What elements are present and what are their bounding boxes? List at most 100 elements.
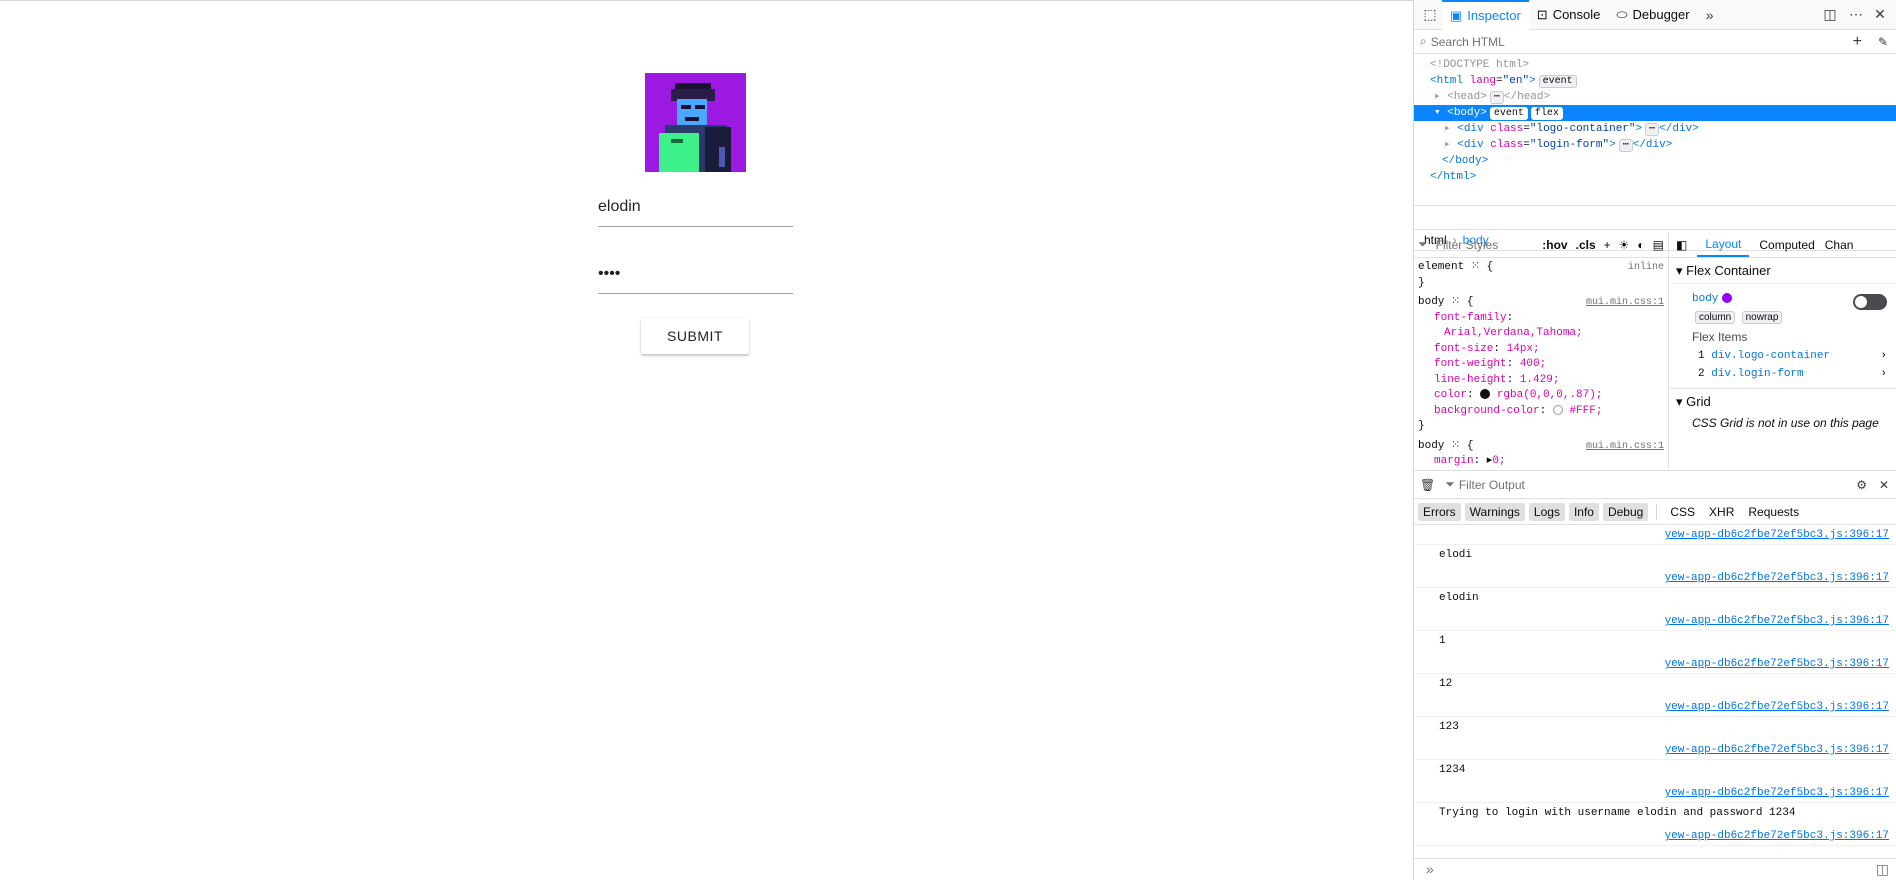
message-source-link[interactable]: yew-app-db6c2fbe72ef5bc3.js:396:17	[1665, 658, 1889, 670]
username-input[interactable]: elodin	[598, 195, 793, 227]
message-source-link[interactable]: yew-app-db6c2fbe72ef5bc3.js:396:17	[1665, 572, 1889, 584]
light-theme-icon[interactable]: ☀	[1619, 238, 1630, 252]
add-node-icon[interactable]: +	[1853, 33, 1862, 51]
markup-head[interactable]: ▸ <head> ⋯ </head>	[1414, 89, 1896, 105]
hov-toggle[interactable]: :hov	[1542, 238, 1567, 252]
message-source-link[interactable]: yew-app-db6c2fbe72ef5bc3.js:396:17	[1665, 615, 1889, 627]
rule-prop[interactable]: background-color: #FFF;	[1414, 404, 1668, 420]
login-ellipsis[interactable]: ⋯	[1618, 139, 1633, 152]
settings-gear-icon[interactable]: ⚙	[1856, 478, 1867, 492]
logo-ellipsis[interactable]: ⋯	[1645, 123, 1660, 136]
flex-color-dot-icon[interactable]	[1721, 292, 1732, 303]
tab-console-label: Console	[1552, 7, 1601, 22]
rule-prop-value[interactable]: Arial,Verdana,Tahoma;	[1414, 326, 1668, 342]
rule-prop[interactable]: color: rgba(0,0,0,.87);	[1414, 388, 1668, 404]
flex-item[interactable]: 2 div.login-form ›	[1670, 362, 1896, 380]
tab-layout[interactable]: Layout	[1697, 233, 1750, 257]
dark-theme-icon[interactable]: ◐	[1637, 238, 1644, 252]
filter-xhr[interactable]: XHR	[1704, 503, 1739, 521]
filter-requests[interactable]: Requests	[1743, 503, 1804, 521]
body-selector-2: body	[1418, 439, 1445, 452]
markup-doctype[interactable]: <!DOCTYPE html>	[1414, 57, 1896, 73]
flex-container-header[interactable]: ▾ Flex Container	[1670, 258, 1896, 284]
password-input[interactable]: ••••	[598, 262, 793, 294]
flex-container-info: body column nowrap	[1670, 284, 1896, 324]
body-source-link[interactable]: mui.min.css:1	[1586, 295, 1664, 311]
message-source-link[interactable]: yew-app-db6c2fbe72ef5bc3.js:396:17	[1665, 744, 1889, 756]
body-event-badge[interactable]: event	[1489, 107, 1528, 120]
logo-attr: class	[1490, 123, 1524, 135]
body-source-link-2[interactable]: mui.min.css:1	[1586, 439, 1664, 455]
add-rule-icon[interactable]: +	[1604, 238, 1611, 252]
message-source-link[interactable]: yew-app-db6c2fbe72ef5bc3.js:396:17	[1665, 787, 1889, 799]
filter-debug[interactable]: Debug	[1602, 502, 1649, 521]
tab-inspector[interactable]: ▣ Inspector	[1442, 0, 1529, 30]
markup-html-close[interactable]: </html>	[1414, 169, 1896, 185]
prop-name: line-height	[1434, 373, 1507, 386]
filter-css[interactable]: CSS	[1665, 503, 1700, 521]
event-badge[interactable]: event	[1538, 75, 1577, 88]
element-selector: element	[1418, 261, 1465, 273]
flex-element-name[interactable]: body	[1692, 293, 1718, 305]
rule-prop[interactable]: margin: ▸0;	[1414, 454, 1668, 470]
close-split-console-icon[interactable]: ✕	[1879, 478, 1889, 492]
tab-changes[interactable]: Chan	[1825, 238, 1854, 252]
filter-info[interactable]: Info	[1568, 502, 1599, 521]
close-icon[interactable]: ✕	[1868, 6, 1892, 23]
more-tabs-icon[interactable]: »	[1698, 7, 1722, 23]
flex-highlight-toggle[interactable]	[1853, 294, 1887, 310]
head-tag: <head>	[1447, 91, 1487, 103]
filter-logs[interactable]: Logs	[1528, 502, 1565, 521]
trash-icon[interactable]: 🗑	[1420, 478, 1435, 492]
cls-toggle[interactable]: .cls	[1576, 238, 1596, 252]
filter-errors[interactable]: Errors	[1418, 502, 1461, 521]
element-picker-icon[interactable]: ⬚	[1418, 6, 1442, 23]
submit-button[interactable]: SUBMIT	[641, 318, 749, 354]
login-div-tag: <div	[1457, 139, 1484, 151]
message-source-link[interactable]: yew-app-db6c2fbe72ef5bc3.js:396:17	[1665, 529, 1889, 541]
body-flex-badge[interactable]: flex	[1530, 107, 1563, 120]
console-filters: Errors Warnings Logs Info Debug CSS XHR …	[1414, 499, 1896, 525]
filter-output-input[interactable]: Filter Output	[1459, 478, 1525, 492]
markup-logo-container[interactable]: ▸ <div class="logo-container"> ⋯ </div>	[1414, 121, 1896, 137]
chevron-right-icon: ›	[1880, 350, 1887, 362]
message-text: elodi	[1439, 549, 1473, 561]
sidebar-toggle-icon[interactable]: ◧	[1676, 238, 1687, 252]
markup-body-close[interactable]: </body>	[1414, 153, 1896, 169]
markup-login-form[interactable]: ▸ <div class="login-form"> ⋯ </div>	[1414, 137, 1896, 153]
print-media-icon[interactable]: ▤	[1653, 238, 1664, 252]
tab-computed[interactable]: Computed	[1759, 238, 1814, 252]
prop-name: margin	[1434, 455, 1474, 467]
flex-item[interactable]: 1 div.logo-container ›	[1670, 344, 1896, 362]
rule-prop[interactable]: font-size: 14px;	[1414, 342, 1668, 358]
markup-html[interactable]: <html lang="en"> event	[1414, 73, 1896, 89]
rule-prop[interactable]: font-family:	[1414, 311, 1668, 327]
body-rule-2[interactable]: body ⁙ {mui.min.css:1	[1414, 439, 1668, 455]
flex-item-index: 2	[1698, 368, 1705, 380]
menu-icon[interactable]: ⋯	[1844, 6, 1868, 23]
rule-prop[interactable]: line-height: 1.429;	[1414, 373, 1668, 389]
split-console-icon[interactable]: ◫	[1876, 859, 1889, 879]
color-swatch-icon[interactable]	[1480, 389, 1491, 400]
console-panel: 🗑 ⏷ Filter Output ⚙ ✕ Errors Warnings Lo…	[1414, 470, 1896, 880]
tab-debugger[interactable]: ⬭ Debugger	[1608, 0, 1697, 30]
markup-body[interactable]: ▾ <body> event flex	[1414, 105, 1896, 121]
grid-header[interactable]: ▾ Grid	[1670, 388, 1896, 414]
message-source-link[interactable]: yew-app-db6c2fbe72ef5bc3.js:396:17	[1665, 830, 1889, 842]
dock-icon[interactable]: ◫	[1818, 6, 1842, 23]
console-message: 12 yew-app-db6c2fbe72ef5bc3.js:396:17	[1414, 674, 1896, 717]
message-source-link[interactable]: yew-app-db6c2fbe72ef5bc3.js:396:17	[1665, 701, 1889, 713]
filter-divider	[1656, 503, 1658, 520]
search-html-input[interactable]: Search HTML	[1431, 35, 1505, 49]
body-rule[interactable]: body ⁙ {mui.min.css:1	[1414, 295, 1668, 311]
head-ellipsis[interactable]: ⋯	[1489, 91, 1504, 104]
color-swatch-icon[interactable]	[1552, 404, 1563, 415]
filter-warnings[interactable]: Warnings	[1464, 502, 1525, 521]
filter-styles-input[interactable]: Filter Styles	[1436, 238, 1535, 252]
rule-prop[interactable]: font-weight: 400;	[1414, 357, 1668, 373]
prop-value: 0;	[1492, 455, 1506, 467]
console-input[interactable]: » ◫	[1414, 858, 1896, 880]
element-rule[interactable]: element ⁙ {inline	[1414, 260, 1668, 276]
eyedropper-icon[interactable]: ✎	[1878, 35, 1888, 49]
tab-console[interactable]: ⊡ Console	[1529, 0, 1609, 30]
